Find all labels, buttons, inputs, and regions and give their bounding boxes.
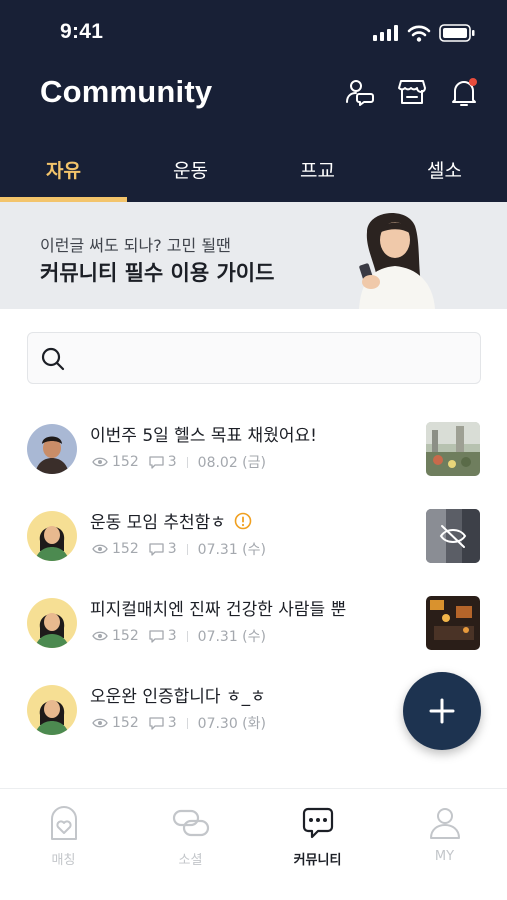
store-button[interactable] [397,74,427,110]
tab-label: 셀소 [427,160,462,182]
post-meta: 152 3 08.02 (금) [92,452,266,472]
post-thumbnail-hidden [426,509,480,563]
page-title: Community [40,74,213,109]
tab-free[interactable]: 자유 [0,140,127,202]
post-title: 오운완 인증합니다 ㅎ_ㅎ [90,682,266,707]
post-thumbnail [426,422,480,476]
chat-bubble-icon [254,805,381,845]
eye-icon [92,544,108,554]
search-input[interactable] [78,333,468,383]
view-count: 152 [112,454,139,470]
post-title-text: 오운완 인증합니다 ㅎ_ㅎ [90,687,266,707]
avatar [27,685,77,735]
nav-matching[interactable]: 매칭 [0,789,127,900]
guide-banner[interactable]: 이런글 써도 되나? 고민 될땐 커뮤니티 필수 이용 가이드 [0,202,507,309]
nav-social[interactable]: 소셜 [127,789,254,900]
post-meta: 152 3 07.30 (화) [92,713,266,733]
user-chat-icon [346,80,374,106]
status-icons [373,24,475,46]
comment-count: 3 [167,628,177,644]
comment-count: 3 [167,715,177,731]
nav-label: 매칭 [51,853,76,868]
notification-dot [469,78,477,86]
eye-icon [92,631,108,641]
store-icon [398,80,426,104]
nav-community[interactable]: 커뮤니티 [254,789,381,900]
tab-exercise[interactable]: 운동 [127,140,254,202]
link-icon [127,805,254,845]
post-date: 07.30 (화) [197,716,266,732]
post-meta: 152 3 07.31 (수) [92,626,266,646]
eye-icon [92,718,108,728]
write-post-button[interactable] [403,672,481,750]
category-tabs: 자유 운동 프교 셀소 [0,140,507,202]
nav-my[interactable]: MY [381,789,507,900]
nav-label: MY [434,849,455,864]
tab-self-intro[interactable]: 셀소 [381,140,507,202]
view-count: 152 [112,541,139,557]
search-icon [40,346,66,376]
view-count: 152 [112,628,139,644]
comment-icon [149,455,164,469]
meta-divider [186,717,188,729]
person-icon [381,805,507,845]
bell-icon [452,78,477,106]
search-bar[interactable] [27,332,481,384]
meta-divider [186,543,188,555]
post-title-text: 운동 모임 추천함ㅎ [90,513,226,533]
plus-icon [429,698,455,724]
meta-divider [186,456,188,468]
avatar [27,511,77,561]
comment-icon [149,716,164,730]
comment-icon [149,542,164,556]
post-title-text: 피지컬매치엔 진짜 건강한 사람들 뿐 [90,600,347,620]
bottom-navigation: 매칭 소셜 커뮤니티 MY [0,788,507,900]
banner-woman-photo [337,202,447,309]
signal-icon [373,25,399,45]
tab-label: 자유 [46,160,81,182]
battery-icon [439,24,475,46]
comment-icon [149,629,164,643]
tab-label: 프교 [300,160,335,182]
banner-subtitle: 이런글 써도 되나? 고민 될땐 [40,236,231,255]
status-bar: 9:41 [0,0,507,64]
banner-title: 커뮤니티 필수 이용 가이드 [40,261,275,285]
friends-chat-button[interactable] [345,74,375,110]
post-date: 08.02 (금) [197,455,266,471]
tab-label: 운동 [173,160,208,182]
status-time: 9:41 [60,20,104,43]
post-item[interactable]: 운동 모임 추천함ㅎ 152 3 07.31 (수) [0,497,507,577]
post-item[interactable]: 이번주 5일 헬스 목표 채웠어요! 152 3 08.02 (금) [0,410,507,490]
post-title: 이번주 5일 헬스 목표 채웠어요! [90,421,317,446]
post-date: 07.31 (수) [197,542,266,558]
eye-icon [92,457,108,467]
app-header: 9:41 Community 자유 운동 프교 셀소 [0,0,507,202]
post-date: 07.31 (수) [197,629,266,645]
wifi-icon [407,25,431,46]
post-title-text: 이번주 5일 헬스 목표 채웠어요! [90,426,317,446]
post-item[interactable]: 피지컬매치엔 진짜 건강한 사람들 뿐 152 3 07.31 (수) [0,584,507,664]
meta-divider [186,630,188,642]
post-thumbnail [426,596,480,650]
notification-button[interactable] [449,74,479,110]
header-actions [345,74,479,110]
post-title: 운동 모임 추천함ㅎ [90,508,252,533]
comment-count: 3 [167,454,177,470]
view-count: 152 [112,715,139,731]
heart-badge-icon [0,805,127,845]
comment-count: 3 [167,541,177,557]
warning-icon [234,512,252,530]
avatar [27,598,77,648]
avatar [27,424,77,474]
tab-profile-exchange[interactable]: 프교 [254,140,381,202]
post-meta: 152 3 07.31 (수) [92,539,266,559]
nav-label: 소셜 [178,853,203,868]
nav-label: 커뮤니티 [293,853,342,868]
post-title: 피지컬매치엔 진짜 건강한 사람들 뿐 [90,595,346,620]
